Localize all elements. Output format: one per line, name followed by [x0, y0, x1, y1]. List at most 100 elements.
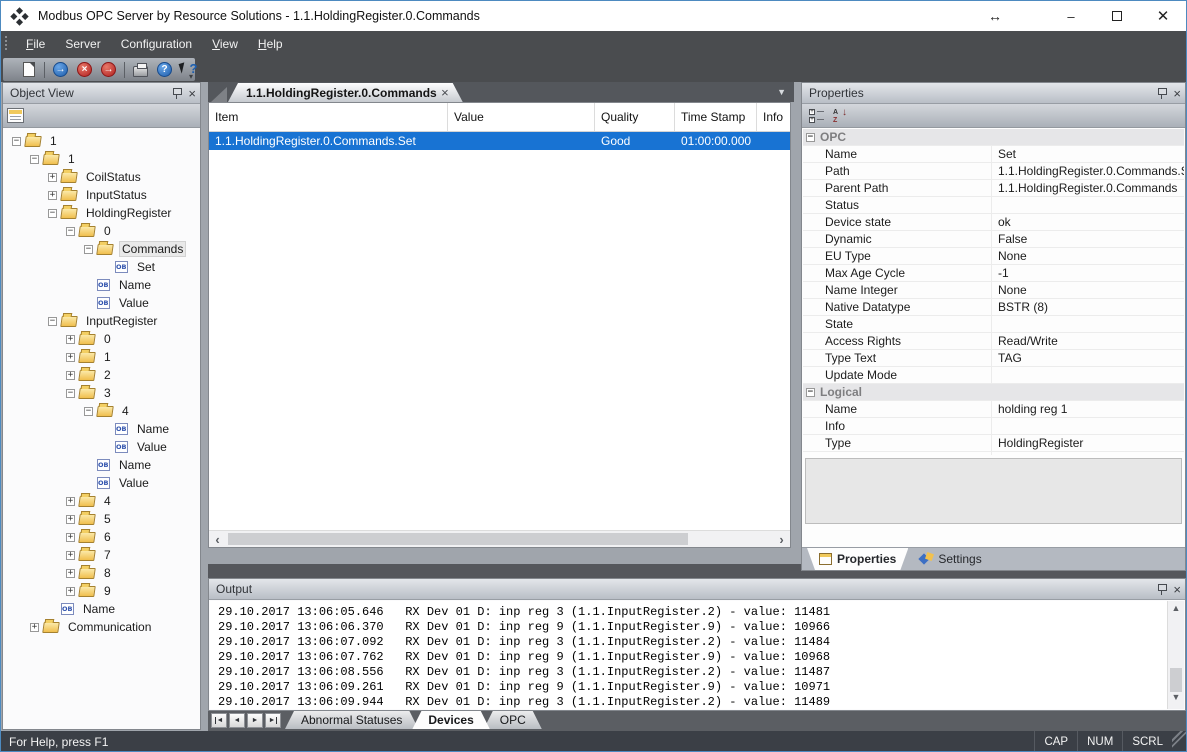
tree-toggle-plus-icon[interactable]: +	[66, 569, 75, 578]
tree-toggle-plus-icon[interactable]: +	[66, 587, 75, 596]
tree-toggle-plus-icon[interactable]: +	[66, 497, 75, 506]
scroll-down-icon[interactable]: ▼	[1168, 692, 1184, 707]
scrollbar-thumb[interactable]	[1170, 668, 1182, 692]
tree-toggle-plus-icon[interactable]: +	[66, 371, 75, 380]
table-row[interactable]: 1.1.HoldingRegister.0.Commands.SetGood01…	[209, 132, 790, 150]
output-vertical-scrollbar[interactable]: ▲ ▼	[1167, 601, 1184, 709]
scroll-left-icon[interactable]: ‹	[209, 531, 226, 547]
print-button[interactable]	[130, 60, 151, 80]
column-header-value[interactable]: Value	[448, 103, 595, 131]
tree-toggle-minus-icon[interactable]: −	[66, 389, 75, 398]
tree-toggle-plus-icon[interactable]: +	[66, 551, 75, 560]
property-row[interactable]: NameSet	[803, 146, 1184, 163]
tree-toggle-minus-icon[interactable]: −	[12, 137, 21, 146]
help-button[interactable]: ?	[154, 60, 175, 80]
property-value[interactable]	[991, 418, 1184, 434]
tree-item-name[interactable]: OB]Name	[4, 420, 199, 438]
tab-close-icon[interactable]: ×	[441, 85, 449, 100]
object-view-mode-icon[interactable]	[7, 108, 24, 123]
property-row[interactable]: State	[803, 316, 1184, 333]
property-value[interactable]: BSTR (8)	[991, 299, 1184, 315]
minimize-button[interactable]: –	[1048, 1, 1094, 31]
property-row[interactable]: Path1.1.HoldingRegister.0.Commands.Set	[803, 163, 1184, 180]
tree-toggle-plus-icon[interactable]: +	[48, 191, 57, 200]
pin-icon[interactable]	[172, 87, 181, 99]
property-row[interactable]: Name IntegerNone	[803, 282, 1184, 299]
property-value[interactable]: HoldingRegister	[991, 435, 1184, 451]
property-value[interactable]: -1	[991, 265, 1184, 281]
menu-item-file[interactable]: File	[16, 33, 55, 55]
maximize-button[interactable]	[1094, 1, 1140, 31]
category-collapse-icon[interactable]: −	[806, 388, 815, 397]
tree-toggle-plus-icon[interactable]: +	[66, 533, 75, 542]
scroll-up-icon[interactable]: ▲	[1168, 603, 1184, 618]
tree-item-9[interactable]: +9	[4, 582, 199, 600]
start-button[interactable]: →	[50, 60, 71, 80]
tree-toggle-plus-icon[interactable]: +	[66, 515, 75, 524]
property-value[interactable]: 1.1.HoldingRegister.0.Commands.Set	[991, 163, 1184, 179]
property-category-logical[interactable]: −Logical	[803, 384, 1184, 401]
tree-item-0[interactable]: +0	[4, 330, 199, 348]
property-value[interactable]	[991, 367, 1184, 383]
scroll-right-icon[interactable]: ›	[773, 531, 790, 547]
property-row[interactable]: DynamicFalse	[803, 231, 1184, 248]
new-document-button[interactable]	[18, 60, 39, 80]
tab-devices[interactable]: Devices	[412, 711, 489, 729]
tree-toggle-plus-icon[interactable]: +	[66, 335, 75, 344]
tree-item-4[interactable]: +4	[4, 492, 199, 510]
property-value[interactable]	[991, 197, 1184, 213]
output-log[interactable]: 29.10.2017 13:06:05.646 RX Dev 01 D: inp…	[210, 601, 1167, 709]
menu-item-view[interactable]: View	[202, 33, 248, 55]
last-tab-icon[interactable]: ►	[265, 713, 281, 728]
close-button[interactable]: ✕	[1140, 1, 1186, 31]
menu-item-help[interactable]: Help	[248, 33, 293, 55]
tree-item-set[interactable]: OB]Set	[4, 258, 199, 276]
property-value[interactable]: ok	[991, 214, 1184, 230]
tree-item-6[interactable]: +6	[4, 528, 199, 546]
tree-item-1[interactable]: −1	[4, 150, 199, 168]
table-horizontal-scrollbar[interactable]: ‹ ›	[209, 530, 790, 547]
tree-item-holdingregister[interactable]: −HoldingRegister	[4, 204, 199, 222]
alphabetical-sort-button[interactable]: AZ↓	[830, 106, 850, 125]
tree-item-inputstatus[interactable]: +InputStatus	[4, 186, 199, 204]
close-icon[interactable]: ×	[1173, 87, 1181, 100]
tree-item-8[interactable]: +8	[4, 564, 199, 582]
toolbar-overflow-icon[interactable]: ▾	[189, 72, 193, 81]
menu-item-server[interactable]: Server	[55, 33, 110, 55]
column-header-item[interactable]: Item	[209, 103, 448, 131]
tree-toggle-minus-icon[interactable]: −	[30, 155, 39, 164]
next-tab-icon[interactable]: ►	[247, 713, 263, 728]
tree-item-inputregister[interactable]: −InputRegister	[4, 312, 199, 330]
column-header-quality[interactable]: Quality	[595, 103, 675, 131]
resize-grip[interactable]	[1172, 731, 1186, 752]
tree-item-0[interactable]: −0	[4, 222, 199, 240]
restart-button[interactable]: →	[98, 60, 119, 80]
tab-opc[interactable]: OPC	[484, 711, 542, 729]
tree-item-value[interactable]: OB]Value	[4, 474, 199, 492]
tree-toggle-plus-icon[interactable]: +	[66, 353, 75, 362]
property-row[interactable]: Update Mode	[803, 367, 1184, 384]
property-row[interactable]: Native DatatypeBSTR (8)	[803, 299, 1184, 316]
tree-toggle-plus-icon[interactable]: +	[30, 623, 39, 632]
tab-settings[interactable]: Settings	[908, 548, 993, 570]
tree-item-1[interactable]: −1	[4, 132, 199, 150]
pin-icon[interactable]	[1157, 583, 1166, 595]
tree-item-commands[interactable]: −Commands	[4, 240, 199, 258]
property-value[interactable]: Set	[991, 146, 1184, 162]
property-value[interactable]: 2ByteUnsigned	[991, 452, 1184, 455]
property-value[interactable]: False	[991, 231, 1184, 247]
property-row[interactable]: Nameholding reg 1	[803, 401, 1184, 418]
tab-properties[interactable]: Properties	[807, 548, 908, 570]
property-value[interactable]: 1.1.HoldingRegister.0.Commands	[991, 180, 1184, 196]
tree-item-3[interactable]: −3	[4, 384, 199, 402]
document-tab[interactable]: 1.1.HoldingRegister.0.Commands ×	[228, 83, 463, 102]
property-row[interactable]: EU TypeNone	[803, 248, 1184, 265]
menu-item-configuration[interactable]: Configuration	[111, 33, 202, 55]
property-value[interactable]: None	[991, 248, 1184, 264]
property-value[interactable]: holding reg 1	[991, 401, 1184, 417]
tree-toggle-minus-icon[interactable]: −	[84, 245, 93, 254]
category-collapse-icon[interactable]: −	[806, 133, 815, 142]
tree-toggle-minus-icon[interactable]: −	[48, 209, 57, 218]
tree-item-7[interactable]: +7	[4, 546, 199, 564]
column-header-time-stamp[interactable]: Time Stamp	[675, 103, 757, 131]
